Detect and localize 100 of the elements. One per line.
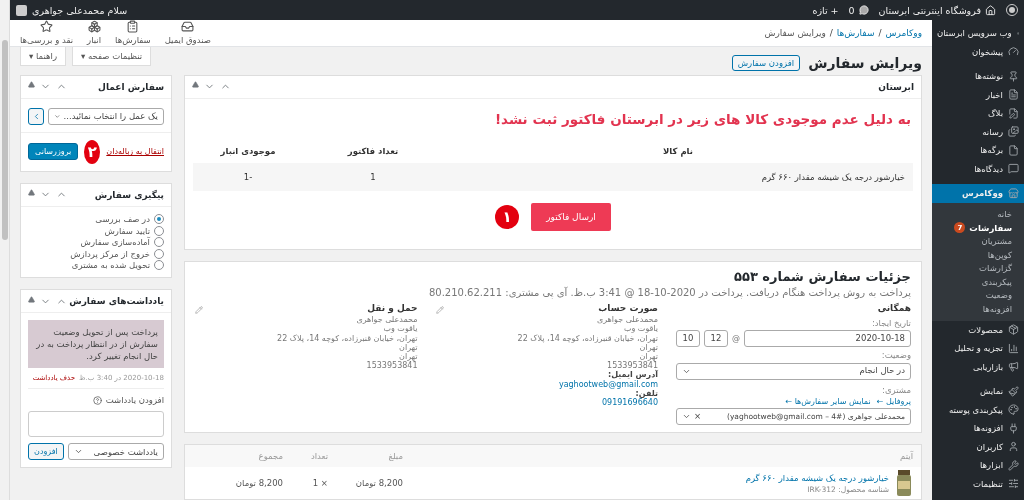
chevron-down-icon — [54, 112, 61, 121]
product-thumbnail — [895, 470, 913, 496]
product-link[interactable]: خیارشور درجه یک شیشه مقدار ۶۶۰ گرم — [745, 472, 889, 483]
radio-option[interactable]: در صف بررسی — [28, 214, 164, 225]
panel-title: یادداشت‌های سفارش — [69, 296, 164, 307]
menu-item[interactable]: پیشخوان — [932, 42, 1024, 61]
column-header: تعداد فاکتور — [346, 146, 400, 156]
toolbar-link[interactable]: انبار — [87, 20, 102, 46]
wrench-icon — [1008, 459, 1019, 471]
submenu-item[interactable]: پیکربندی — [932, 275, 1024, 289]
add-note-button[interactable]: افزودن — [28, 443, 64, 461]
submenu-item[interactable]: افزونه‌ها — [932, 302, 1024, 316]
pin-icon — [1008, 70, 1019, 82]
note-text: پرداخت پس از تحویل وضعیت سفارش از در انتظار پرداخت به در حال انجام تغییر کرد. — [28, 320, 164, 369]
comments-link[interactable]: 0 — [848, 4, 869, 16]
add-order-button[interactable]: افزودن سفارش — [731, 54, 801, 71]
date-field[interactable]: 2020-10-18 — [744, 330, 911, 348]
inbox-icon — [181, 20, 195, 34]
note-type-select[interactable]: یادداشت خصوصی — [67, 443, 164, 461]
submenu-item[interactable]: کوپن‌ها — [932, 248, 1024, 262]
step-badge: ۲ — [84, 140, 101, 164]
menu-item[interactable]: محصولات — [932, 320, 1024, 339]
email-link[interactable]: yaghootweb@gmail.com — [435, 379, 658, 389]
note-textarea[interactable] — [28, 411, 164, 438]
menu-item[interactable]: پیکربندی پوسته — [932, 400, 1024, 419]
bar-chart-icon — [1008, 342, 1019, 354]
minute-field[interactable]: 10 — [676, 330, 700, 348]
menu-item[interactable]: تجزیه و تحلیل — [932, 339, 1024, 358]
radio-button[interactable] — [154, 225, 164, 236]
apply-button[interactable] — [28, 108, 44, 125]
pencil-icon[interactable] — [435, 305, 444, 314]
scrollbar-thumb[interactable] — [2, 40, 8, 240]
submenu-item[interactable]: گزارشات — [932, 261, 1024, 275]
action-select[interactable]: یک عمل را انتخاب نمائید... — [48, 108, 164, 125]
images-icon — [1008, 126, 1019, 138]
submenu-item[interactable]: خانه — [932, 207, 1024, 221]
menu-item[interactable]: دیدگاه‌ها — [932, 159, 1024, 178]
radio-option[interactable]: تحویل شده به مشتری — [28, 260, 164, 271]
radio-button[interactable] — [154, 260, 164, 271]
greeting-link[interactable]: سلام محمدعلی جواهری — [32, 4, 128, 16]
breadcrumb-link[interactable]: ووکامرس — [885, 27, 922, 38]
panel-title: پیگیری سفارش — [94, 190, 164, 200]
triangle-up-icon[interactable] — [28, 189, 35, 197]
menu-item[interactable]: نمایش — [932, 382, 1024, 401]
radio-button[interactable] — [154, 214, 164, 225]
toolbar-link[interactable]: صندوق ایمیل — [164, 20, 211, 46]
page-icon — [1008, 144, 1019, 156]
breadcrumb-link[interactable]: سفارش‌ها — [836, 27, 875, 38]
radio-button[interactable] — [154, 237, 164, 248]
radio-option[interactable]: آماده‌سازی سفارش — [28, 237, 164, 248]
table-cell-text: 1 — [369, 172, 377, 182]
menu-item[interactable]: وب سرویس ابرستان — [932, 24, 1024, 43]
pencil-icon[interactable] — [195, 305, 203, 314]
customer-link[interactable]: نمایش سایر سفارش‌ها ← — [785, 396, 871, 406]
menu-item[interactable]: رسانه — [932, 122, 1024, 141]
toolbar-link[interactable]: نقد و بررسی‌ها — [20, 20, 74, 46]
menu-item[interactable]: تنظیمات — [932, 474, 1024, 493]
error-message: به دلیل عدم موجودی کالا های زیر در ابرستان فاکتور ثبت نشد! — [493, 110, 912, 127]
menu-item[interactable]: بازاریابی — [932, 357, 1024, 376]
section-heading: صورت حساب — [598, 304, 658, 314]
menu-item[interactable]: ابزارها — [932, 456, 1024, 475]
triangle-up-icon[interactable] — [28, 81, 35, 89]
clear-icon[interactable]: × — [694, 411, 702, 422]
menu-item[interactable]: برگه‌ها — [932, 141, 1024, 160]
trash-link[interactable]: انتقال به زباله‌دان — [106, 147, 164, 157]
radio-option[interactable]: تایید سفارش — [28, 225, 164, 236]
panel-title: ابرستان — [878, 82, 914, 92]
menu-item[interactable]: ووکامرس — [932, 184, 1024, 203]
radio-option[interactable]: خروج از مرکز پردازش — [28, 248, 164, 259]
panel-title: سفارش اعمال — [98, 82, 164, 92]
hour-field[interactable]: 12 — [704, 330, 728, 348]
wordpress-logo-icon[interactable] — [1006, 4, 1018, 16]
submenu-item[interactable]: وضعیت — [932, 288, 1024, 302]
avatar — [16, 4, 27, 16]
status-select[interactable]: در حال انجام — [676, 362, 911, 380]
new-link[interactable]: + تازه — [812, 4, 839, 16]
phone-link[interactable]: 09191696640 — [435, 398, 658, 408]
address-line: تهران — [639, 342, 658, 352]
clipboard-icon — [126, 20, 140, 34]
address-line: 1533953841 — [365, 361, 418, 371]
submenu-item[interactable]: مشتریان — [932, 234, 1024, 248]
address-line: تهران — [399, 342, 418, 352]
document-icon — [1008, 89, 1019, 101]
send-invoice-button[interactable]: ارسال فاکتور — [531, 203, 611, 231]
update-button[interactable]: بروزرسانی — [28, 143, 79, 161]
menu-item[interactable]: اخبار — [932, 85, 1024, 104]
field-label: تاریخ ایجاد: — [870, 319, 911, 329]
star-icon — [40, 20, 54, 34]
triangle-up-icon[interactable] — [28, 296, 35, 303]
address-line: تهران — [398, 352, 418, 362]
menu-item[interactable]: نوشته‌ها — [932, 67, 1024, 86]
menu-item[interactable]: بلاگ — [932, 104, 1024, 123]
toolbar-link[interactable]: سفارش‌ها — [115, 20, 151, 46]
chevron-down-icon — [682, 412, 691, 421]
triangle-up-icon[interactable] — [192, 81, 199, 89]
address-line: تهران — [639, 352, 658, 362]
radio-button[interactable] — [154, 248, 164, 259]
menu-item[interactable]: کاربران — [932, 437, 1024, 456]
menu-item[interactable]: افزونه‌ها — [932, 419, 1024, 438]
customer-link[interactable]: پروفایل ← — [876, 396, 911, 406]
